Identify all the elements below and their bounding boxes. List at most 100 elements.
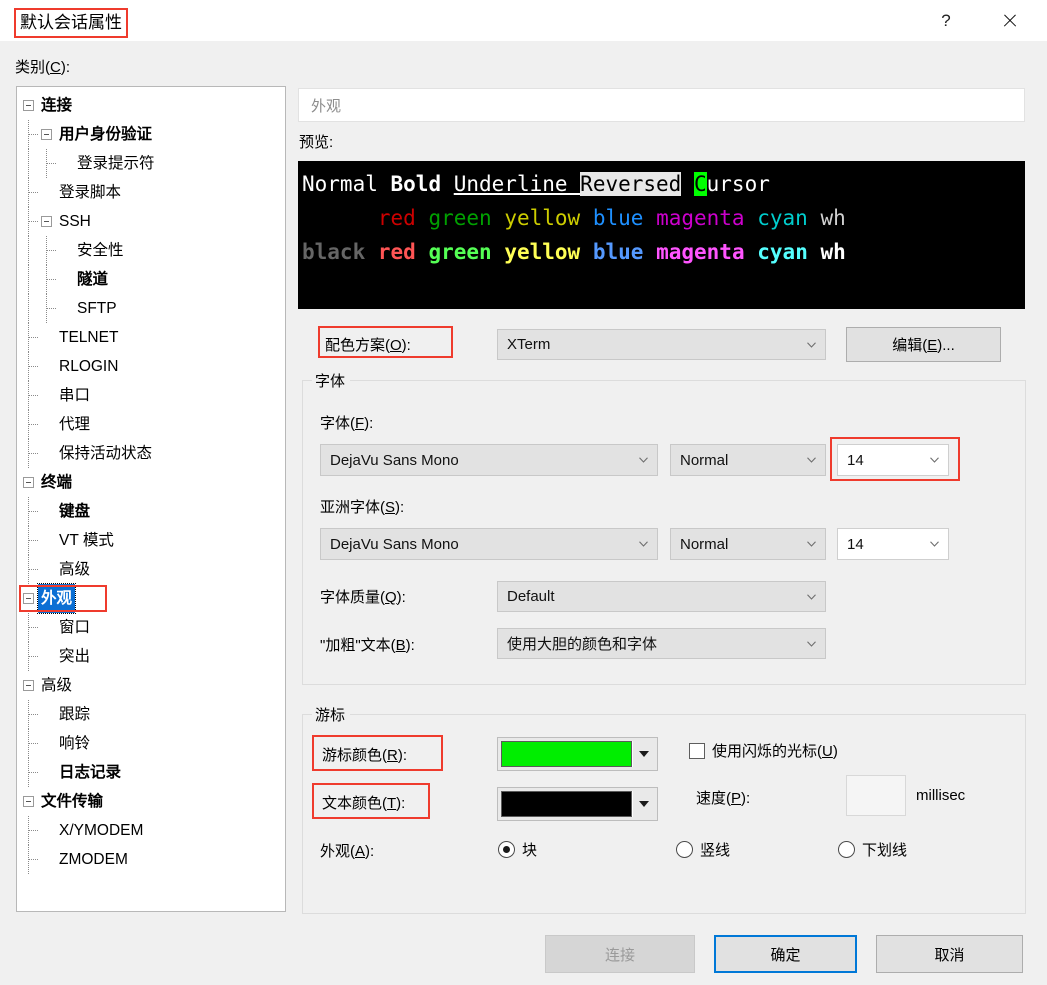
question-mark-icon: ? — [941, 11, 951, 30]
tree-expander-icon[interactable] — [23, 680, 34, 691]
chevron-down-icon — [930, 541, 939, 547]
tree-item-label: 高级 — [59, 561, 91, 578]
text-color-label: 文本颜色(T): — [322, 795, 406, 812]
tree-item[interactable]: 突出 — [17, 642, 285, 671]
tree-item[interactable]: 窗口 — [17, 613, 285, 642]
edit-scheme-label: 编辑(E)... — [892, 337, 955, 354]
tree-item-label: 代理 — [59, 416, 91, 433]
tree-item-label: X/YMODEM — [59, 822, 144, 839]
tree-indent — [17, 816, 41, 845]
tree-item-label: 跟踪 — [59, 706, 91, 723]
font-family-combo[interactable]: DejaVu Sans Mono — [320, 444, 658, 476]
tree-item[interactable]: 高级 — [17, 671, 285, 700]
cursor-color-picker[interactable] — [497, 737, 658, 771]
text-color-picker[interactable] — [497, 787, 658, 821]
tree-item[interactable]: 终端 — [17, 468, 285, 497]
tree-item[interactable]: X/YMODEM — [17, 816, 285, 845]
tree-indent — [17, 236, 59, 265]
tree-item[interactable]: 日志记录 — [17, 758, 285, 787]
tree-item-label: 文件传输 — [41, 793, 104, 810]
tree-item[interactable]: 响铃 — [17, 729, 285, 758]
text-color-swatch — [501, 791, 632, 817]
radio-block[interactable]: 块 — [498, 839, 537, 860]
radio-icon — [838, 841, 855, 858]
tree-indent — [17, 758, 41, 787]
font-label: 字体(F): — [320, 415, 374, 432]
terminal-text: wh — [820, 206, 846, 230]
chevron-down-icon — [807, 541, 816, 547]
tree-expander-icon[interactable] — [41, 129, 52, 140]
edit-scheme-button[interactable]: 编辑(E)... — [846, 327, 1001, 362]
terminal-text: magenta — [656, 206, 745, 230]
tree-expander-icon[interactable] — [23, 796, 34, 807]
tree-item[interactable]: RLOGIN — [17, 352, 285, 381]
asian-font-family-combo[interactable]: DejaVu Sans Mono — [320, 528, 658, 560]
asian-font-size-combo[interactable]: 14 — [837, 528, 949, 560]
checkbox-icon — [689, 742, 705, 759]
asian-font-style-combo[interactable]: Normal — [670, 528, 826, 560]
tree-expander-icon[interactable] — [23, 477, 34, 488]
blink-cursor-checkbox[interactable]: 使用闪烁的光标(U) — [689, 740, 838, 761]
tree-item[interactable]: 串口 — [17, 381, 285, 410]
tree-expander-icon[interactable] — [41, 216, 52, 227]
tree-item[interactable]: 外观 — [17, 583, 285, 614]
preview-label: 预览: — [299, 134, 334, 151]
tree-item[interactable]: 键盘 — [17, 497, 285, 526]
tree-indent — [17, 178, 41, 207]
color-scheme-combo[interactable]: XTerm — [497, 329, 826, 360]
tree-item[interactable]: 保持活动状态 — [17, 439, 285, 468]
tree-indent — [17, 410, 41, 439]
asian-font-label: 亚洲字体(S): — [320, 499, 405, 516]
tree-expander-icon[interactable] — [23, 100, 34, 111]
tree-item[interactable]: SFTP — [17, 294, 285, 323]
tree-item-label: 外观 — [36, 583, 77, 614]
tree-item[interactable]: 跟踪 — [17, 700, 285, 729]
tree-item[interactable]: 安全性 — [17, 236, 285, 265]
ok-label: 确定 — [770, 946, 801, 964]
tree-item[interactable]: 登录脚本 — [17, 178, 285, 207]
radio-underline[interactable]: 下划线 — [838, 839, 907, 860]
bold-text-combo[interactable]: 使用大胆的颜色和字体 — [497, 628, 826, 659]
color-scheme-value: XTerm — [507, 336, 551, 353]
tree-item-label: VT 模式 — [59, 532, 114, 549]
tree-item-label: 窗口 — [59, 619, 91, 636]
tree-item[interactable]: 用户身份验证 — [17, 120, 285, 149]
tree-item[interactable]: ZMODEM — [17, 845, 285, 874]
tree-item[interactable]: 隧道 — [17, 265, 285, 294]
tree-item[interactable]: TELNET — [17, 323, 285, 352]
terminal-text: yellow — [504, 240, 581, 264]
asian-font-style-value: Normal — [680, 535, 729, 553]
blink-speed-label: 速度(P): — [696, 790, 751, 807]
chevron-down-icon — [807, 640, 816, 647]
chevron-down-icon — [639, 541, 648, 547]
font-size-combo[interactable]: 14 — [837, 444, 949, 476]
ok-button[interactable]: 确定 — [714, 935, 857, 973]
tree-item-label: 响铃 — [59, 735, 91, 752]
cancel-button[interactable]: 取消 — [876, 935, 1023, 973]
font-style-combo[interactable]: Normal — [670, 444, 826, 476]
dropdown-arrow-icon — [632, 791, 654, 817]
radio-vertical-line[interactable]: 竖线 — [676, 839, 730, 860]
tree-item[interactable]: 文件传输 — [17, 787, 285, 816]
connect-button[interactable]: 连接 — [545, 935, 695, 973]
tree-indent — [17, 381, 41, 410]
tree-item[interactable]: SSH — [17, 207, 285, 236]
tree-item[interactable]: VT 模式 — [17, 526, 285, 555]
tree-item[interactable]: 高级 — [17, 555, 285, 584]
blink-speed-input[interactable] — [846, 775, 906, 816]
tree-indent — [17, 265, 59, 294]
terminal-text: yellow — [504, 206, 581, 230]
cursor-group-title: 游标 — [312, 704, 351, 725]
close-button[interactable] — [987, 0, 1033, 42]
help-button[interactable]: ? — [923, 0, 969, 42]
font-quality-combo[interactable]: Default — [497, 581, 826, 612]
tree-item[interactable]: 登录提示符 — [17, 149, 285, 178]
terminal-text: cyan — [757, 206, 808, 230]
category-tree-panel[interactable]: 连接 用户身份验证 登录提示符 登录脚本 SSH 安全性隧道 SFTP TELNET RLOGI… — [16, 86, 286, 912]
tree-item[interactable]: 代理 — [17, 410, 285, 439]
tree-item[interactable]: 连接 — [17, 91, 285, 120]
tree-item-label: 隧道 — [77, 271, 109, 288]
close-icon — [1002, 13, 1018, 29]
terminal-text: red — [377, 206, 416, 230]
tree-expander-icon[interactable] — [23, 593, 34, 604]
